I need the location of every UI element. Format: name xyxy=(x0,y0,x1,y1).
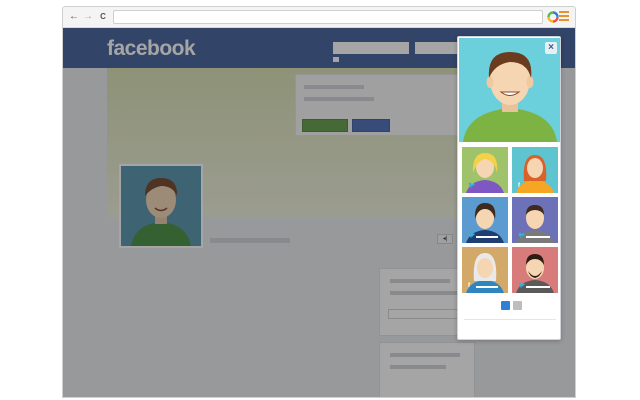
selected-avatar: × xyxy=(459,38,560,142)
twitter-icon: 🐦 xyxy=(518,283,526,289)
avatar-option-man-dark-hair[interactable]: 🐦 xyxy=(512,197,558,243)
avatar-option-man-beard[interactable]: 🐦 xyxy=(512,247,558,293)
back-icon[interactable]: ← xyxy=(67,10,81,24)
avatar-option-woman-dark-hair[interactable]: 🐦 xyxy=(462,197,508,243)
page-dot-2[interactable] xyxy=(513,301,522,310)
browser-menu-icon[interactable] xyxy=(559,11,569,23)
pager xyxy=(501,301,525,311)
twitter-icon: 🐦 xyxy=(518,233,526,239)
facebook-icon: f xyxy=(518,183,520,189)
forward-icon[interactable]: → xyxy=(81,10,95,24)
avatar-option-woman-grey-hair[interactable]: f xyxy=(462,247,508,293)
twitter-icon: 🐦 xyxy=(468,183,476,189)
page-dot-1[interactable] xyxy=(501,301,510,310)
avatar-option-woman-blonde[interactable]: 🐦 xyxy=(462,147,508,193)
twitter-icon: 🐦 xyxy=(468,233,476,239)
facebook-icon: f xyxy=(468,283,470,289)
reload-icon[interactable]: C xyxy=(96,10,110,24)
avatar-picker-popup: × 🐦 f 🐦 🐦 f 🐦 xyxy=(457,36,561,340)
avatar-option-woman-red-hair[interactable]: f xyxy=(512,147,558,193)
screenshot: ← → C facebook ◂| × 🐦 f 🐦 🐦 f 🐦 xyxy=(0,0,640,400)
popup-divider xyxy=(464,319,556,320)
address-bar[interactable] xyxy=(113,10,543,24)
extension-ring-icon[interactable] xyxy=(546,10,560,24)
close-button[interactable]: × xyxy=(545,42,557,54)
browser-toolbar: ← → C xyxy=(63,7,575,28)
